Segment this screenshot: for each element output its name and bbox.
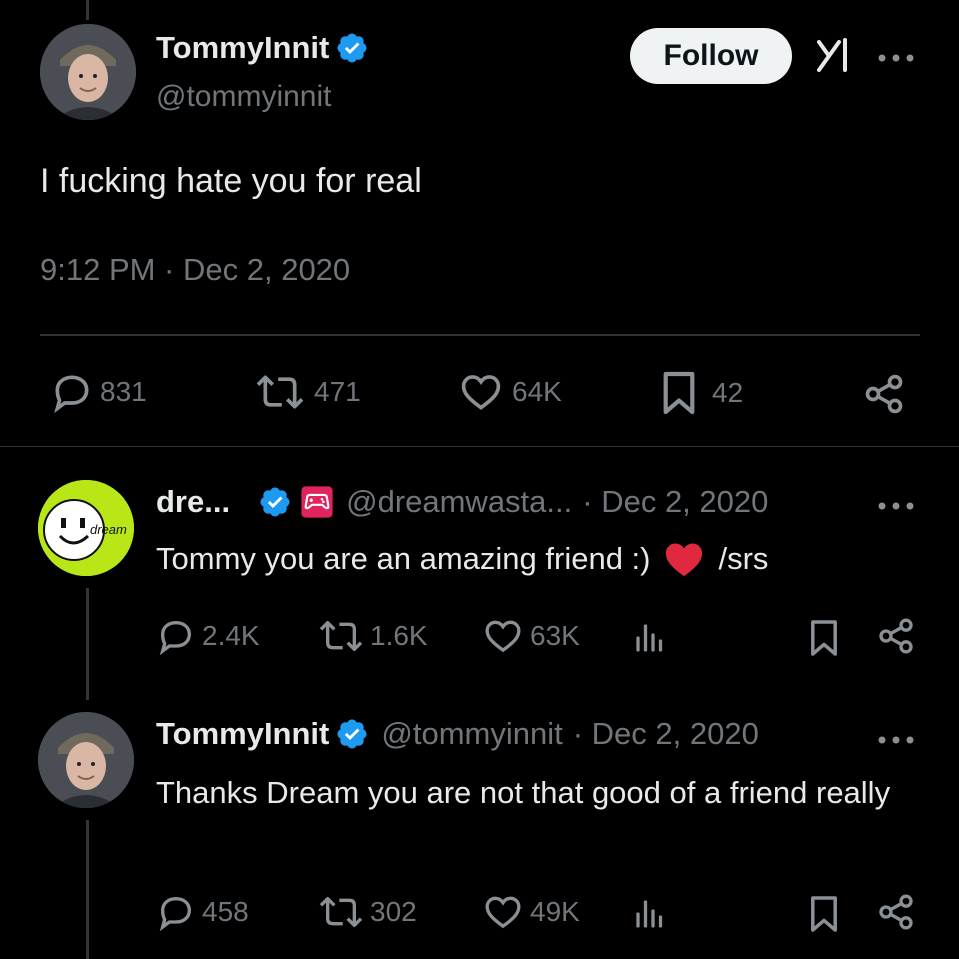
bookmark-icon[interactable] <box>808 618 840 658</box>
reply-icon <box>159 896 192 932</box>
like-button[interactable]: 64K <box>458 370 562 414</box>
reply-icon <box>54 375 89 414</box>
bookmark-icon <box>663 371 695 415</box>
thread-line <box>86 820 89 959</box>
thread-line <box>86 588 89 700</box>
heart-icon <box>485 620 521 653</box>
reply-date[interactable]: · Dec 2, 2020 <box>573 716 759 752</box>
bookmark-count: 42 <box>712 377 744 408</box>
reply-count: 2.4K <box>202 620 260 651</box>
tweet-timestamp[interactable]: 9:12 PM · Dec 2, 2020 <box>40 252 350 288</box>
retweet-icon <box>319 621 363 651</box>
section-divider <box>0 446 959 447</box>
reply-button[interactable]: 458 <box>156 892 249 932</box>
like-button[interactable]: 49K <box>482 892 580 932</box>
retweet-count: 1.6K <box>370 620 428 651</box>
bookmark-button[interactable]: 42 <box>660 370 743 416</box>
more-options-icon[interactable] <box>876 734 916 746</box>
share-icon[interactable] <box>862 372 906 416</box>
more-options-icon[interactable] <box>876 52 916 64</box>
avatar[interactable] <box>38 712 134 808</box>
reply-button[interactable]: 2.4K <box>156 616 260 656</box>
avatar-face-icon <box>40 24 136 120</box>
like-count: 49K <box>530 896 580 927</box>
author-handle[interactable]: @dreamwasta... <box>346 484 572 520</box>
share-icon[interactable] <box>876 616 916 656</box>
verified-badge-icon <box>337 719 367 749</box>
dream-avatar-label: dream <box>90 522 127 537</box>
bookmark-icon[interactable] <box>808 894 840 934</box>
red-heart-icon <box>665 543 702 577</box>
like-button[interactable]: 63K <box>482 616 580 656</box>
reply-text: Tommy you are an amazing friend :) /srs <box>156 540 768 578</box>
more-options-icon[interactable] <box>876 500 916 512</box>
reply-2-header: TommyInnit @tommyinnit · Dec 2, 2020 <box>156 716 759 752</box>
author-name[interactable]: dre... <box>156 484 230 520</box>
author-name-text[interactable]: TommyInnit <box>156 30 329 66</box>
heart-icon <box>461 375 501 410</box>
retweet-button[interactable]: 1.6K <box>316 616 428 656</box>
reply-button[interactable]: 831 <box>50 370 147 414</box>
reply-text-suffix: /srs <box>718 541 769 576</box>
reply-icon <box>159 620 192 656</box>
like-count: 63K <box>530 620 580 651</box>
reply-text: Thanks Dream you are not that good of a … <box>156 775 891 810</box>
tweet-text: I fucking hate you for real <box>40 162 422 200</box>
retweet-button[interactable]: 471 <box>252 370 361 414</box>
divider <box>40 334 920 336</box>
retweet-icon <box>319 897 363 927</box>
retweet-icon <box>256 375 304 409</box>
verified-badge-icon <box>260 487 290 517</box>
author-name[interactable]: TommyInnit <box>156 716 329 752</box>
author-handle[interactable]: @tommyinnit <box>381 716 562 752</box>
follow-button[interactable]: Follow <box>630 28 792 84</box>
verified-badge-icon <box>337 33 367 63</box>
thread-line-top <box>86 0 89 20</box>
reply-count: 831 <box>100 376 147 407</box>
game-controller-badge-icon <box>301 486 333 518</box>
reply-text-body: Tommy you are an amazing friend :) <box>156 541 651 576</box>
reply-date[interactable]: · Dec 2, 2020 <box>582 484 768 520</box>
reply-count: 458 <box>202 896 249 927</box>
heart-icon <box>485 896 521 929</box>
retweet-button[interactable]: 302 <box>316 892 417 932</box>
avatar-face-icon <box>38 712 134 808</box>
grok-icon[interactable] <box>815 36 855 76</box>
share-icon[interactable] <box>876 892 916 932</box>
retweet-count: 471 <box>314 376 361 407</box>
avatar[interactable] <box>40 24 136 120</box>
reply-1-header: dre... @dreamwasta... · Dec 2, 2020 <box>156 484 768 520</box>
retweet-count: 302 <box>370 896 417 927</box>
author-name[interactable]: TommyInnit <box>156 30 369 66</box>
views-icon[interactable] <box>632 620 668 656</box>
views-icon[interactable] <box>632 896 668 932</box>
like-count: 64K <box>512 376 562 407</box>
author-handle[interactable]: @tommyinnit <box>156 80 332 114</box>
